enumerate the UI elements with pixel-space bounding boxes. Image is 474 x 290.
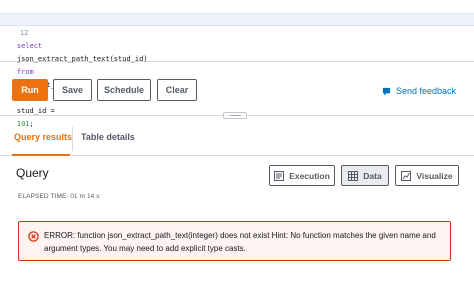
speech-bubble-icon <box>382 87 391 96</box>
list-icon <box>274 170 285 181</box>
save-button[interactable]: Save <box>53 79 92 101</box>
tab-table-details[interactable]: Table details <box>81 132 135 142</box>
send-feedback-link[interactable]: Send feedback <box>382 86 456 96</box>
error-message-line-2: argument types. You may need to add expl… <box>44 244 246 253</box>
execution-label: Execution <box>289 170 330 181</box>
visualize-label: Visualize <box>416 170 453 181</box>
data-button[interactable]: Data <box>341 165 389 186</box>
error-alert: ERROR: function json_extract_path_text(i… <box>18 221 451 261</box>
results-tabs: Query results Table details <box>0 123 474 156</box>
sql-keyword-select: select <box>16 42 47 50</box>
tab-divider <box>72 127 73 151</box>
chart-icon <box>401 170 412 181</box>
resize-handle[interactable] <box>223 112 247 119</box>
tab-query-results[interactable]: Query results <box>14 132 72 142</box>
query-results-panel: Query Execution Data Visualize ELAPSED T… <box>0 156 474 290</box>
execution-button[interactable]: Execution <box>269 165 335 186</box>
panel-title: Query <box>16 166 49 180</box>
editor-line-12[interactable]: 12 select json_extract_path_text(stud_id… <box>0 13 474 128</box>
error-message: ERROR: function json_extract_path_text(i… <box>44 229 444 255</box>
error-message-line-1: ERROR: function json_extract_path_text(i… <box>44 231 436 240</box>
visualize-button[interactable]: Visualize <box>395 165 459 186</box>
sql-editor[interactable]: 11 12 select json_extract_path_text(stud… <box>0 0 474 128</box>
error-circle-x-icon <box>28 231 39 242</box>
line-number: 12 <box>19 29 29 37</box>
send-feedback-label: Send feedback <box>396 86 457 96</box>
data-label: Data <box>363 170 382 181</box>
schedule-button[interactable]: Schedule <box>97 79 151 101</box>
editor-line-11: 11 <box>0 0 474 23</box>
clear-button[interactable]: Clear <box>157 79 197 101</box>
editor-toolbar: Run Save Schedule Clear Send feedback <box>0 62 474 112</box>
elapsed-time: ELAPSED TIME: 01 m 14 s <box>18 193 100 200</box>
run-button[interactable]: Run <box>12 79 48 101</box>
table-icon <box>348 170 359 181</box>
